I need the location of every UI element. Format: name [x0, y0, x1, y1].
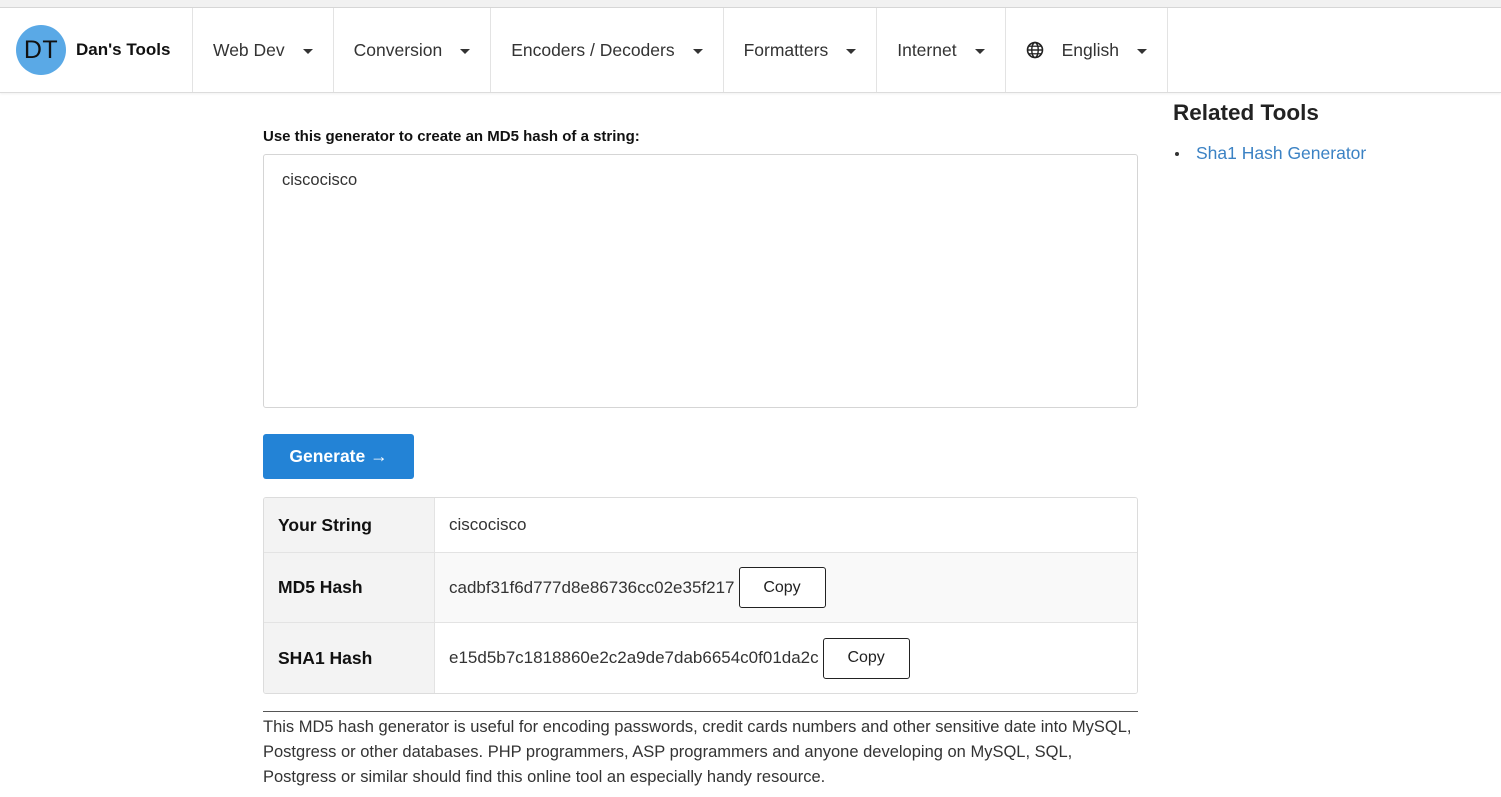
sha1-generator-link[interactable]: Sha1 Hash Generator: [1196, 143, 1366, 164]
your-string-value: ciscocisco: [449, 515, 527, 534]
nav-menu-encoders-decoders[interactable]: Encoders / Decoders: [491, 8, 724, 92]
related-tools-list: Sha1 Hash Generator: [1173, 143, 1493, 164]
nav-menu-web-dev[interactable]: Web Dev: [193, 8, 334, 92]
generate-button[interactable]: Generate →: [263, 434, 414, 479]
nav-menu-internet[interactable]: Internet: [877, 8, 1006, 92]
tool-description: This MD5 hash generator is useful for en…: [263, 711, 1138, 790]
md5-hash-value: cadbf31f6d777d8e86736cc02e35f217: [449, 577, 735, 597]
language-selector[interactable]: English: [1006, 8, 1168, 92]
string-input-textarea[interactable]: [263, 154, 1138, 408]
sha1-hash-value: e15d5b7c1818860e2c2a9de7dab6654c0f01da2c: [449, 648, 819, 667]
brand-name: Dan's Tools: [76, 40, 171, 59]
nav-menu-label: Conversion: [353, 39, 443, 60]
row-label: Your String: [264, 498, 435, 552]
top-navbar: DT Dan's Tools Web Dev Conversion Encode…: [0, 8, 1501, 93]
bullet-icon: [1175, 151, 1179, 156]
copy-md5-button[interactable]: Copy: [738, 567, 826, 608]
nav-menu-label: Web Dev: [213, 39, 285, 60]
generator-intro-label: Use this generator to create an MD5 hash…: [263, 128, 640, 145]
related-tools-sidebar: Related Tools Sha1 Hash Generator: [1173, 100, 1493, 164]
list-item: Sha1 Hash Generator: [1173, 143, 1493, 164]
caret-down-icon: [302, 48, 313, 54]
table-row-your-string: Your String ciscocisco: [264, 498, 1137, 553]
caret-down-icon: [692, 48, 703, 54]
row-label: MD5 Hash: [264, 553, 435, 622]
nav-menu-label: Internet: [897, 39, 957, 60]
row-value-cell: ciscocisco: [435, 498, 1137, 552]
results-table: Your String ciscocisco MD5 Hash cadbf31f…: [263, 497, 1138, 694]
nav-menu-conversion[interactable]: Conversion: [334, 8, 492, 92]
row-value-cell: e15d5b7c1818860e2c2a9de7dab6654c0f01da2c…: [435, 623, 1137, 693]
copy-sha1-button[interactable]: Copy: [822, 637, 910, 679]
brand-home-link[interactable]: DT Dan's Tools: [0, 8, 193, 92]
table-row-md5-hash: MD5 Hash cadbf31f6d777d8e86736cc02e35f21…: [264, 553, 1137, 623]
brand-logo: DT: [16, 25, 66, 75]
browser-top-strip: [0, 0, 1501, 8]
nav-menu-formatters[interactable]: Formatters: [724, 8, 878, 92]
caret-down-icon: [974, 48, 985, 54]
nav-menu-label: Encoders / Decoders: [511, 39, 675, 60]
row-label: SHA1 Hash: [264, 623, 435, 693]
language-label: English: [1061, 39, 1119, 60]
caret-down-icon: [460, 48, 471, 54]
caret-down-icon: [1136, 48, 1147, 54]
globe-icon: [1026, 41, 1043, 59]
nav-menu-label: Formatters: [743, 39, 829, 60]
caret-down-icon: [846, 48, 857, 54]
table-row-sha1-hash: SHA1 Hash e15d5b7c1818860e2c2a9de7dab665…: [264, 623, 1137, 693]
row-value-cell: cadbf31f6d777d8e86736cc02e35f217 Copy: [435, 553, 1137, 622]
related-tools-title: Related Tools: [1173, 100, 1319, 125]
